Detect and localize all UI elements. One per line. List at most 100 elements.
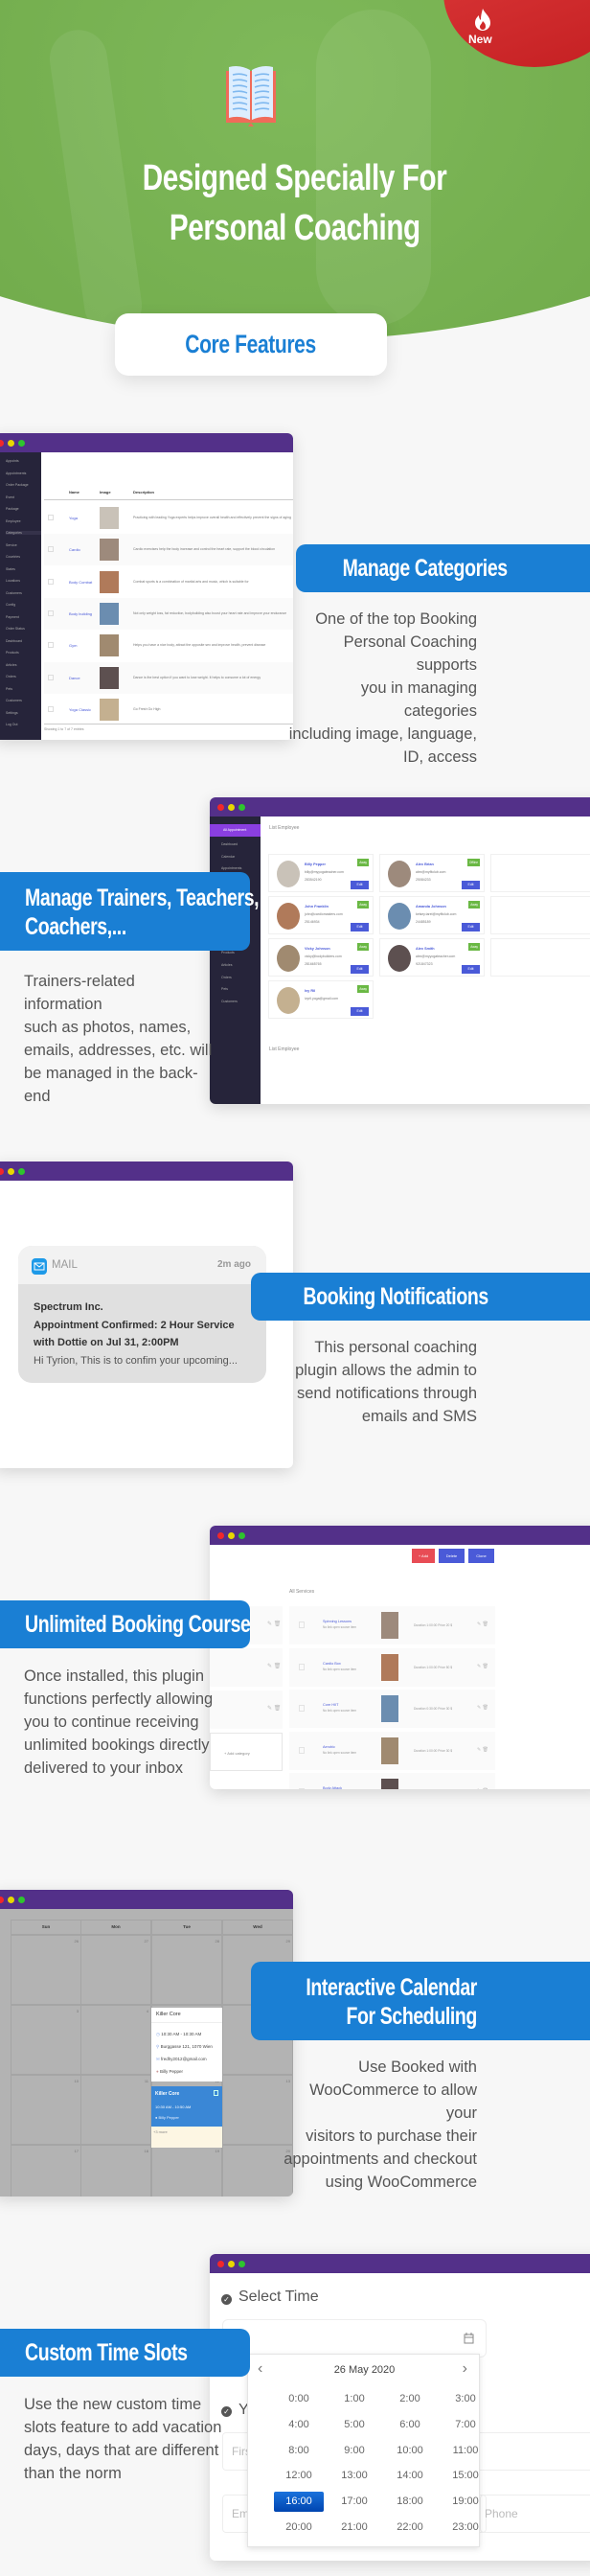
time-slot[interactable]: 0:00 — [274, 2389, 324, 2409]
time-slot[interactable]: 5:00 — [329, 2415, 379, 2435]
calendar-day[interactable]: 18 — [80, 2145, 151, 2196]
employee-card[interactable] — [490, 938, 590, 977]
time-slot[interactable]: 3:00 — [441, 2389, 490, 2409]
time-slot[interactable]: 19:00 — [441, 2492, 490, 2512]
time-slot[interactable]: 2:00 — [385, 2389, 435, 2409]
edit-delete-icons[interactable]: ✎ 🗑 — [477, 1705, 488, 1711]
core-features-button[interactable]: Core Features — [115, 313, 387, 376]
employee-card[interactable]: Amanda Johnson kelsey.tarel@myfitclub.com… — [379, 896, 485, 934]
row-checkbox[interactable] — [48, 578, 54, 585]
employee-card[interactable]: Vicky Johnson vicky@bodybuilders.com 28166… — [268, 938, 374, 977]
service-name[interactable]: Body Attack — [323, 1786, 342, 1789]
employee-name[interactable]: Alex Smith — [416, 947, 435, 951]
service-name[interactable]: Cardio Box — [323, 1662, 341, 1666]
table-row[interactable]: Cardio Cardio exercises help the body inc… — [44, 534, 293, 566]
edit-delete-icons[interactable]: ✎ 🗑 — [477, 1622, 488, 1627]
sidebar-item[interactable]: Customers — [6, 699, 22, 702]
edit-button[interactable]: Edit — [462, 965, 480, 974]
table-row[interactable]: Body building Not only weight loss, fat r… — [44, 597, 293, 630]
table-row[interactable]: Yoga Classic Go Fresh Go High — [44, 693, 293, 725]
category-name[interactable]: Body building — [69, 611, 92, 616]
time-slot[interactable]: 12:00 — [274, 2466, 324, 2486]
mail-notification-card[interactable]: MAIL 2m ago Spectrum Inc. Appointment Co… — [18, 1246, 266, 1383]
time-slot[interactable]: 23:00 — [441, 2518, 490, 2538]
row-checkbox[interactable] — [299, 1788, 305, 1789]
time-slot[interactable]: 10:00 — [385, 2441, 435, 2461]
edit-delete-icons[interactable]: ✎ 🗑 — [477, 1788, 488, 1789]
phone-field[interactable]: Phone — [480, 2495, 590, 2533]
row-checkbox[interactable] — [48, 705, 54, 712]
time-slot[interactable]: 6:00 — [385, 2415, 435, 2435]
table-row[interactable]: Gym Helps you have a nice body, attract t… — [44, 630, 293, 662]
calendar-day[interactable]: 17 — [11, 2145, 81, 2196]
sidebar-item[interactable]: Customers — [6, 591, 22, 595]
time-slot[interactable]: 4:00 — [274, 2415, 324, 2435]
calendar-day[interactable]: 27 — [80, 1935, 151, 2005]
time-slot[interactable]: 1:00 — [329, 2389, 379, 2409]
sidebar-item[interactable]: Articles — [6, 663, 16, 667]
calendar-day[interactable]: 28 — [151, 1935, 222, 2005]
more-events[interactable]: +3 more — [151, 2127, 222, 2148]
category-name[interactable]: Gym — [69, 643, 77, 648]
sidebar-item[interactable]: Dashboard — [6, 639, 22, 643]
category-name[interactable]: Yoga — [69, 516, 78, 520]
edit-button[interactable]: Edit — [351, 923, 369, 932]
time-slot[interactable]: 16:00 — [274, 2492, 324, 2513]
column-header[interactable]: Name — [69, 490, 79, 494]
row-checkbox[interactable] — [299, 1663, 305, 1670]
edit-delete-icons[interactable]: ✎ 🗑 — [477, 1747, 488, 1753]
calendar-event[interactable]: Killer Core 10:30 AM - 10:50 AM ● Billy … — [151, 2086, 222, 2127]
row-checkbox[interactable] — [299, 1705, 305, 1712]
sidebar-item[interactable]: Order Status — [6, 627, 25, 631]
row-checkbox[interactable] — [48, 515, 54, 520]
calendar-day[interactable]: 4 — [80, 2005, 151, 2075]
sidebar-item[interactable]: Service — [6, 543, 17, 547]
table-row[interactable]: Dance Dance is the best option if you wan… — [44, 661, 293, 694]
category-row[interactable]: ✎ 🗑 — [210, 1690, 283, 1729]
category-name[interactable]: Dance — [69, 676, 80, 680]
edit-button[interactable]: Edit — [351, 881, 369, 889]
time-slot[interactable]: 7:00 — [441, 2415, 490, 2435]
edit-button[interactable]: Edit — [351, 965, 369, 974]
employee-name[interactable]: Vicky Johnson — [305, 947, 330, 951]
column-header[interactable]: Description — [133, 490, 154, 494]
sidebar-item[interactable]: States — [6, 567, 15, 571]
employee-name[interactable]: John Franklin — [305, 905, 329, 908]
sidebar-item[interactable]: Payment — [6, 615, 19, 619]
time-slot[interactable]: 20:00 — [274, 2518, 324, 2538]
employee-card[interactable] — [490, 896, 590, 934]
more-events-link[interactable]: +3 more — [153, 2129, 168, 2134]
row-checkbox[interactable] — [48, 674, 54, 680]
table-row[interactable]: Yoga Practicing with leading Yoga experts… — [44, 502, 293, 534]
date-time-input[interactable] — [222, 2319, 487, 2358]
column-header[interactable]: Image — [100, 490, 111, 494]
edit-delete-icons[interactable]: ✎ 🗑 — [267, 1705, 281, 1712]
service-row[interactable]: Body AttackNo link open source itemDurat… — [289, 1773, 495, 1789]
edit-delete-icons[interactable]: ✎ 🗑 — [267, 1663, 281, 1669]
time-slot[interactable]: 22:00 — [385, 2518, 435, 2538]
time-slot[interactable]: 13:00 — [329, 2466, 379, 2486]
sidebar-item[interactable]: Categories — [6, 531, 41, 535]
edit-button[interactable]: Edit — [462, 923, 480, 932]
calendar-day[interactable]: 11 — [80, 2075, 151, 2145]
edit-button[interactable]: Edit — [351, 1007, 369, 1016]
employee-name[interactable]: Billy Pepper — [305, 862, 326, 866]
sidebar-item[interactable]: Appointments — [6, 472, 26, 475]
service-name[interactable]: Core HIIT — [323, 1703, 338, 1707]
sidebar-item[interactable]: Order Package — [6, 483, 29, 487]
employee-name[interactable]: Alex Brian — [416, 862, 434, 866]
sidebar-item[interactable]: Settings — [6, 711, 18, 715]
table-row[interactable]: Body Combat Combat sports is a combinatio… — [44, 565, 293, 598]
row-checkbox[interactable] — [299, 1746, 305, 1754]
employee-card[interactable]: Billy Pepper billy@myyogateacher.com 28354… — [268, 854, 374, 892]
sidebar-item[interactable]: Appoints — [6, 459, 19, 463]
service-row[interactable]: Core HIIT No link open source item Duratio… — [289, 1690, 495, 1728]
calendar-day[interactable]: 19 — [151, 2145, 222, 2196]
time-slot[interactable]: 8:00 — [274, 2441, 324, 2461]
sidebar-item[interactable]: Employee — [6, 519, 21, 523]
time-slot[interactable]: 15:00 — [441, 2466, 490, 2486]
category-row[interactable]: ✎ 🗑 — [210, 1648, 283, 1687]
edit-delete-icons[interactable]: ✎ 🗑 — [477, 1664, 488, 1669]
category-name[interactable]: Yoga Classic — [69, 707, 91, 712]
employee-card[interactable] — [490, 854, 590, 892]
